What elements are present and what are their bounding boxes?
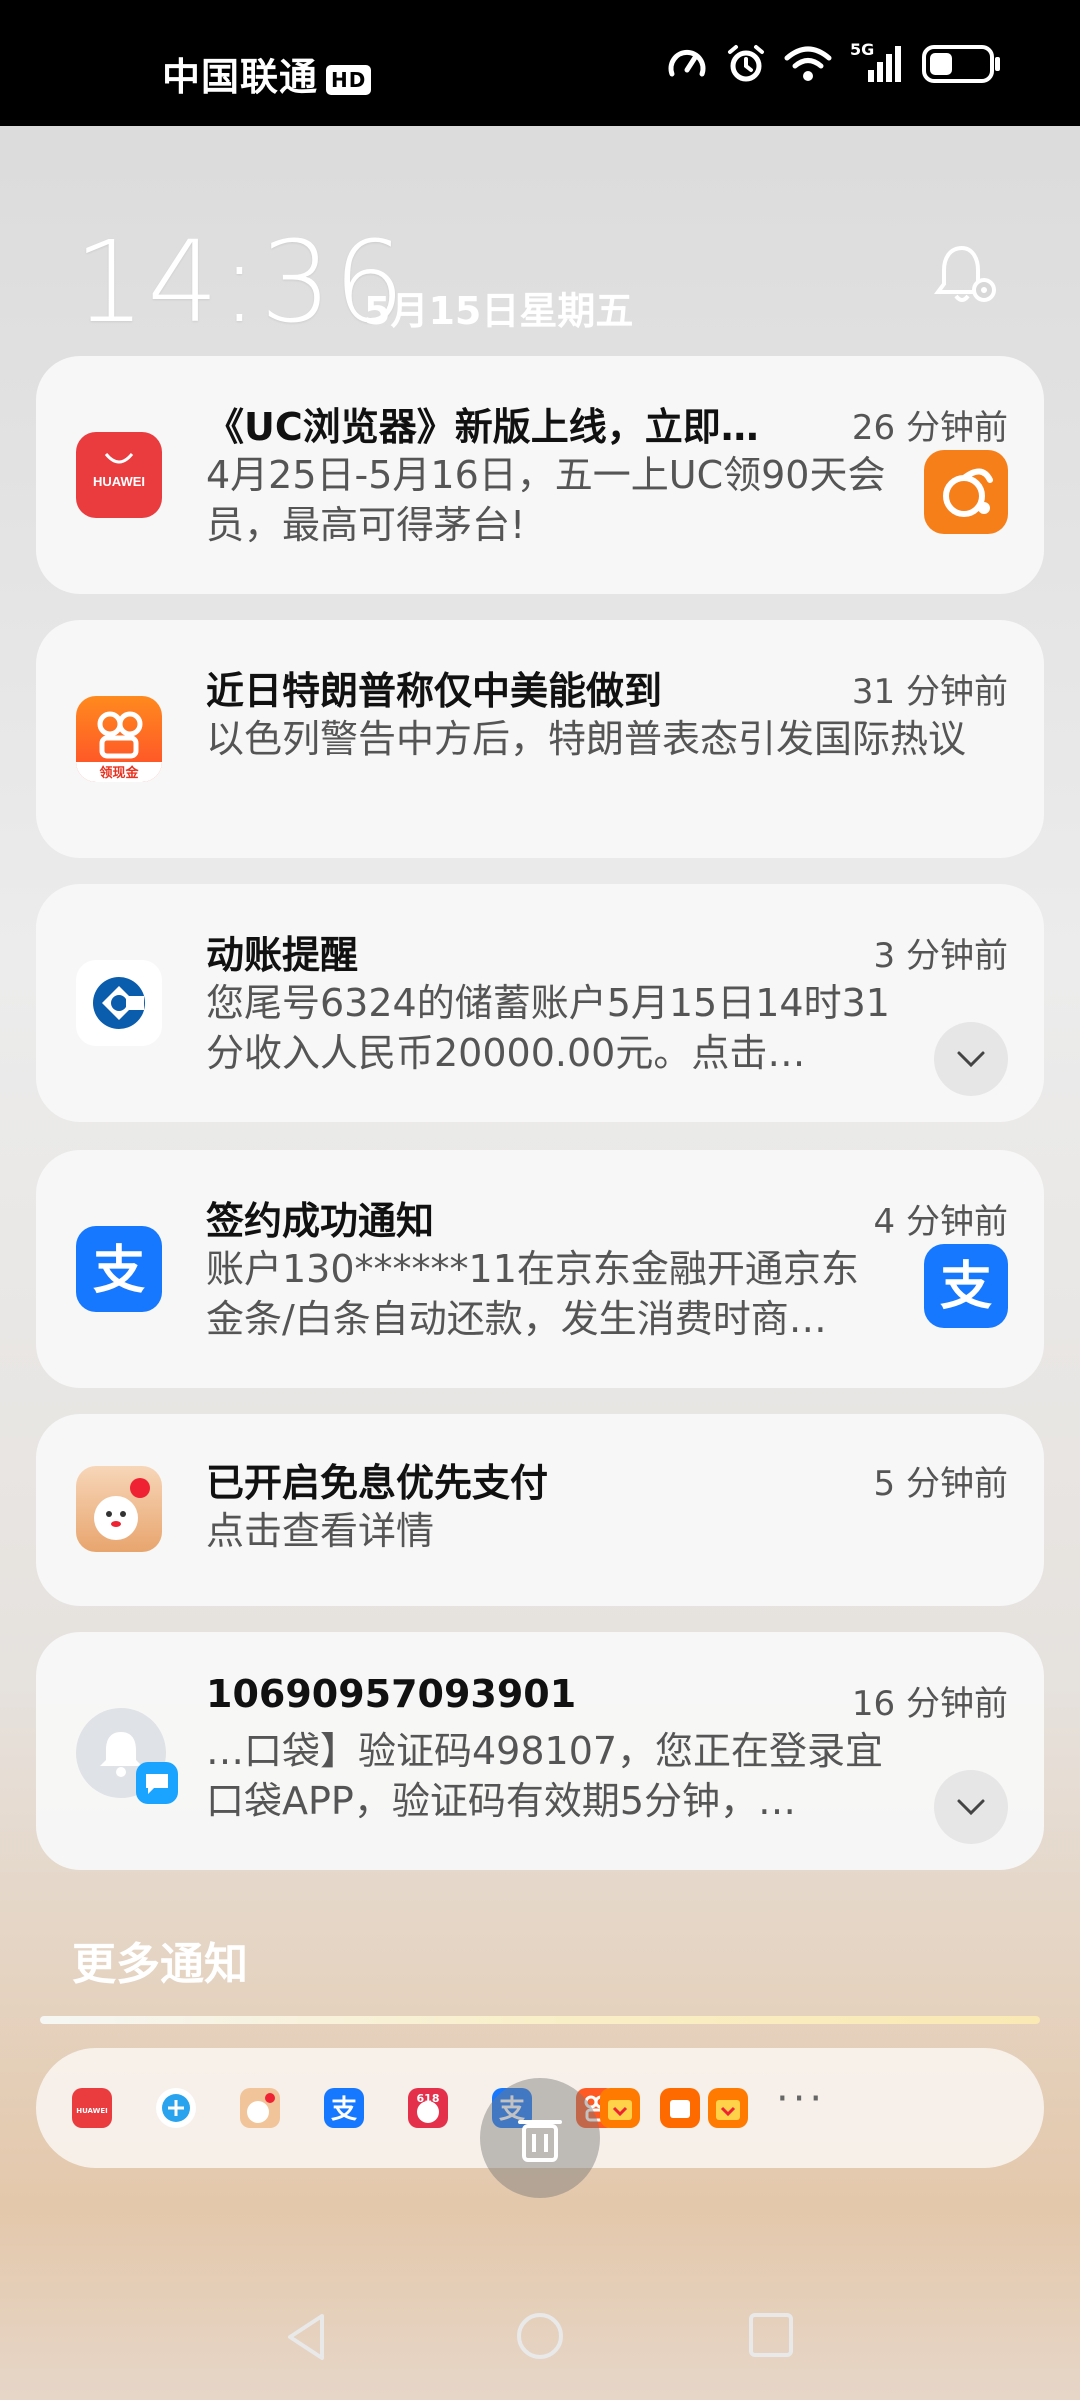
notification-title: 10690957093901 bbox=[206, 1672, 577, 1716]
svg-text:HUAWEI: HUAWEI bbox=[93, 474, 145, 489]
notification-card[interactable]: 已开启免息优先支付 5 分钟前 点击查看详情 bbox=[36, 1414, 1044, 1606]
notification-time: 26 分钟前 bbox=[851, 408, 1008, 448]
gift-icon bbox=[708, 2088, 748, 2128]
notification-time: 16 分钟前 bbox=[851, 1684, 1008, 1724]
speed-icon bbox=[668, 50, 706, 77]
hd-badge: HD bbox=[326, 64, 372, 95]
alarm-icon bbox=[728, 45, 764, 82]
browser-icon bbox=[156, 2088, 196, 2128]
status-icons: 5G bbox=[666, 40, 1002, 84]
gift-icon bbox=[600, 2088, 640, 2128]
more-notifications-label: 更多通知 bbox=[72, 1939, 248, 1990]
notification-body: 您尾号6324的储蓄账户5月15日14时31分收入人民币20000.00元。点击… bbox=[206, 981, 890, 1075]
ccb-bank-icon bbox=[76, 960, 162, 1046]
kuaishou-icon-label: 领现金 bbox=[99, 765, 139, 781]
notification-body: 4月25日-5月16日，五一上UC领90天会员，最高可得茅台! bbox=[206, 453, 886, 547]
battery-icon bbox=[922, 45, 1000, 83]
notification-settings-icon[interactable] bbox=[932, 240, 1002, 314]
home-icon[interactable] bbox=[514, 2310, 566, 2362]
notification-card[interactable]: HUAWEI 《UC浏览器》新版上线，立即… 26 分钟前 4月25日-5月16… bbox=[36, 356, 1044, 594]
kuaishou-icon: 领现金 bbox=[76, 696, 162, 782]
svg-text:支: 支 bbox=[93, 1241, 145, 1301]
expand-button[interactable] bbox=[934, 1022, 1008, 1096]
back-icon[interactable] bbox=[282, 2310, 332, 2364]
notification-body: 以色列警告中方后，特朗普表态引发国际热议 bbox=[206, 717, 967, 761]
notification-body: 账户130******11在京东金融开通京东金条/白条自动还款，发生消费时商… bbox=[206, 1247, 859, 1341]
notification-title: 已开启免息优先支付 bbox=[206, 1461, 549, 1505]
notification-time: 3 分钟前 bbox=[873, 936, 1008, 976]
alipay-icon: 支 bbox=[76, 1226, 162, 1312]
svg-text:支: 支 bbox=[940, 1257, 992, 1317]
clock: 14:36 bbox=[74, 218, 407, 348]
expand-button[interactable] bbox=[934, 1770, 1008, 1844]
notification-title: 签约成功通知 bbox=[206, 1199, 435, 1243]
svg-text:HUAWEI: HUAWEI bbox=[76, 2107, 108, 2115]
uc-browser-icon bbox=[924, 450, 1008, 534]
huawei-icon: HUAWEI bbox=[72, 2088, 112, 2128]
jd-icon bbox=[240, 2088, 280, 2128]
notification-body: 点击查看详情 bbox=[206, 1509, 435, 1553]
notification-card[interactable]: 10690957093901 16 分钟前 …口袋】验证码498107，您正在登… bbox=[36, 1632, 1044, 1870]
jd-618-icon: 618 bbox=[408, 2088, 448, 2128]
notification-card[interactable]: 领现金 近日特朗普称仅中美能做到 31 分钟前 以色列警告中方后，特朗普表态引发… bbox=[36, 620, 1044, 858]
notification-time: 31 分钟前 bbox=[851, 672, 1008, 712]
svg-text:618: 618 bbox=[417, 2092, 440, 2105]
messages-bell-icon bbox=[76, 1708, 178, 1804]
notification-title: 《UC浏览器》新版上线，立即… bbox=[206, 405, 759, 449]
alipay-icon: 支 bbox=[324, 2088, 364, 2128]
message-badge-icon bbox=[136, 1762, 178, 1804]
taobao-icon bbox=[660, 2088, 700, 2128]
clear-all-button[interactable] bbox=[480, 2078, 600, 2198]
notification-time: 5 分钟前 bbox=[873, 1464, 1008, 1504]
notification-card[interactable]: 支 签约成功通知 4 分钟前 账户130******11在京东金融开通京东金条/… bbox=[36, 1150, 1044, 1388]
wifi-icon bbox=[784, 46, 832, 81]
svg-text:支: 支 bbox=[331, 2095, 357, 2125]
trash-icon bbox=[518, 2120, 562, 2162]
status-bar: 中国联通 HD 5G bbox=[0, 0, 1080, 126]
more-apps-icon[interactable]: ··· bbox=[776, 2076, 826, 2122]
carrier-name: 中国联通 bbox=[162, 55, 319, 99]
signal-5g-icon: 5G bbox=[850, 40, 904, 84]
notification-body: …口袋】验证码498107，您正在登录宜口袋APP，验证码有效期5分钟，… bbox=[206, 1729, 884, 1823]
notification-title: 动账提醒 bbox=[206, 933, 359, 977]
notification-title: 近日特朗普称仅中美能做到 bbox=[206, 669, 663, 713]
alipay-icon: 支 bbox=[924, 1244, 1008, 1328]
huawei-icon: HUAWEI bbox=[76, 432, 162, 518]
date: 5月15日星期五 bbox=[364, 289, 634, 333]
chevron-down-icon bbox=[957, 1051, 985, 1068]
chevron-down-icon bbox=[957, 1799, 985, 1816]
recents-icon[interactable] bbox=[746, 2310, 796, 2360]
tray-divider bbox=[40, 2016, 1040, 2024]
notification-card[interactable]: 动账提醒 3 分钟前 您尾号6324的储蓄账户5月15日14时31分收入人民币2… bbox=[36, 884, 1044, 1122]
carrier: 中国联通 HD bbox=[162, 46, 372, 101]
jd-finance-icon bbox=[76, 1466, 162, 1552]
notification-time: 4 分钟前 bbox=[873, 1202, 1008, 1242]
